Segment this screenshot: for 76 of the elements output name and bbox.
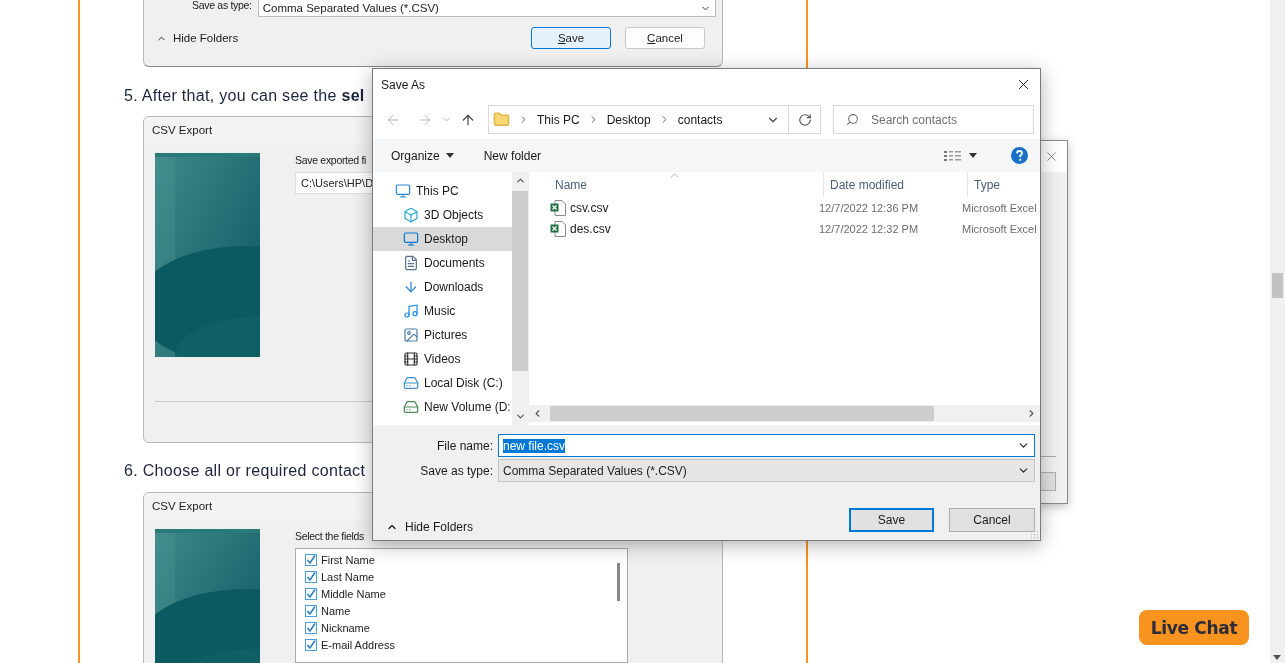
folder-tree-item[interactable]: Downloads [373,275,512,299]
file-type-select[interactable]: Comma Separated Values (*.CSV) [498,459,1035,482]
file-name[interactable]: des.csv [570,221,611,236]
file-type-select[interactable]: Comma Separated Values (*.CSV) [257,0,716,17]
save-button[interactable]: Save [849,508,934,532]
checkbox-label: First Name [321,554,375,566]
address-bar[interactable]: This PC Desktop contacts [488,105,821,134]
cancel-button[interactable]: Cancel [625,27,705,49]
page-scrollbar[interactable] [1270,0,1285,663]
checkbox-label: E-mail Address [321,639,395,651]
music-icon [403,303,419,319]
hide-folders-toggle[interactable]: Hide Folders [156,32,517,44]
step-text: 5. After that, you can see the sel [124,86,365,106]
column-header[interactable]: Type [968,172,1040,197]
checkbox[interactable] [305,588,317,600]
spreadsheet-file-icon [550,199,566,216]
scrollbar[interactable] [512,172,528,425]
table-cell-text: 12/7/2022 12:32 PM [818,222,920,235]
film-icon [403,351,419,367]
field-label: Save exported fi [295,154,367,166]
table-cell-text: Microsoft Excel [961,222,1038,235]
drive-icon [403,375,419,391]
scrollbar-thumb[interactable] [1272,273,1283,298]
folder-tree-item[interactable]: Desktop [373,227,512,251]
spreadsheet-file-icon [550,220,566,237]
folder-tree-item[interactable]: 3D Objects [373,203,512,227]
checkbox[interactable] [305,571,317,583]
checkbox-label: Name [321,605,351,617]
folder-tree-item[interactable]: Local Disk (C:) [373,371,512,395]
field-label: Select the fields [295,530,365,542]
checkbox[interactable] [305,639,317,651]
live-chat-button[interactable]: Live Chat [1139,610,1249,645]
table-cell-text: 12/7/2022 12:36 PM [818,201,920,214]
file-name-field[interactable]: new file.csv [498,434,1035,457]
caret-icon[interactable] [969,153,977,158]
checkbox-label: Middle Name [321,588,386,600]
checkbox-label: Nickname [321,622,370,634]
file-name[interactable]: csv.csv [570,200,609,215]
save-button[interactable]: Save [531,27,611,49]
checkbox[interactable] [305,622,317,634]
document-icon [403,255,419,271]
folder-tree-item[interactable]: Videos [373,347,512,371]
table-cell-text: Microsoft Excel [961,201,1038,214]
toolbar-button[interactable]: New folder [483,148,542,163]
column-header[interactable]: Date modified [824,172,968,197]
monitor-icon [403,231,419,247]
checkbox-label: Last Name [321,571,375,583]
computer-icon [395,183,411,199]
image-icon [403,327,419,343]
help-icon[interactable] [1011,147,1028,164]
step-text: 6. Choose all or required contact [124,461,366,481]
folder-icon [493,111,510,128]
scrollbar[interactable] [529,405,1040,422]
checkbox[interactable] [305,605,317,617]
folder-tree-item[interactable]: Pictures [373,323,512,347]
scroll-down-icon[interactable] [514,411,526,422]
column-header[interactable]: Name [549,172,824,197]
view-options-icon[interactable] [944,149,961,162]
field-label: File name: [435,438,494,453]
folder-tree-item[interactable]: New Volume (D: [373,395,512,419]
folder-tree-item[interactable]: Music [373,299,512,323]
field-label: Save as type: [419,463,494,478]
field-label: Save as type: [192,0,252,11]
cancel-button[interactable]: Cancel [949,508,1035,532]
scrollbar-thumb[interactable] [617,563,620,601]
scroll-down-icon[interactable] [1273,655,1281,660]
download-icon [403,279,419,295]
menu-button[interactable]: Organize [391,148,454,163]
cube-icon [403,207,419,223]
folder-tree-item[interactable]: Documents [373,251,512,275]
checkbox[interactable] [305,554,317,566]
search-icon [846,113,859,126]
drive-icon [403,399,419,415]
refresh-icon [797,112,812,127]
search-field[interactable]: Search contacts [833,105,1034,134]
window-title: Save As [381,77,426,92]
